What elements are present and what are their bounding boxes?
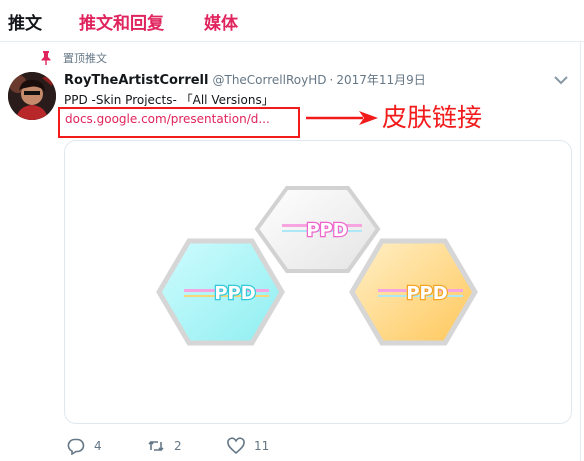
heart-icon <box>227 437 245 455</box>
reply-button[interactable]: 4 <box>67 437 102 455</box>
annotation-arrow-icon <box>306 111 378 125</box>
tab-tweets[interactable]: 推文 <box>8 9 42 34</box>
author-name[interactable]: RoyTheArtistCorrell <box>64 73 208 88</box>
tab-media[interactable]: 媒体 <box>204 9 238 34</box>
reply-count: 4 <box>94 439 102 453</box>
profile-tabs: 推文 推文和回复 媒体 <box>0 0 584 42</box>
ppd-hexagon-image: PPD PPD PPD <box>156 186 478 346</box>
tweet-text: PPD -Skin Projects- 「All Versions」 <box>64 93 274 106</box>
ppd-logo-pink: PPD <box>306 220 347 241</box>
timeline-border <box>580 42 581 461</box>
retweet-count: 2 <box>174 439 182 453</box>
like-count: 11 <box>254 439 270 453</box>
ppd-logo-orange: PPD <box>406 283 447 304</box>
media-card[interactable]: PPD PPD PPD <box>64 140 572 424</box>
tweet-date[interactable]: 2017年11月9日 <box>336 71 425 88</box>
avatar[interactable] <box>8 72 56 120</box>
separator: · <box>329 73 334 87</box>
retweet-icon <box>148 440 164 452</box>
tweet-header: RoyTheArtistCorrell @TheCorrellRoyHD · 2… <box>64 71 548 89</box>
reply-icon <box>67 438 85 455</box>
pinned-label: 置顶推文 <box>63 52 107 65</box>
chevron-down-icon[interactable] <box>553 74 569 86</box>
ppd-logo-cyan: PPD <box>214 283 255 304</box>
tab-tweets-and-replies[interactable]: 推文和回复 <box>79 9 164 34</box>
like-button[interactable]: 11 <box>227 437 269 455</box>
author-handle[interactable]: @TheCorrellRoyHD <box>212 73 326 87</box>
annotation-text: 皮肤链接 <box>382 103 483 132</box>
tabs-divider <box>0 41 584 42</box>
pinned-indicator: 置顶推文 <box>40 51 107 65</box>
pin-icon <box>41 51 51 65</box>
tweet-link[interactable]: docs.google.com/presentation/d... <box>65 112 270 126</box>
retweet-button[interactable]: 2 <box>147 437 182 455</box>
